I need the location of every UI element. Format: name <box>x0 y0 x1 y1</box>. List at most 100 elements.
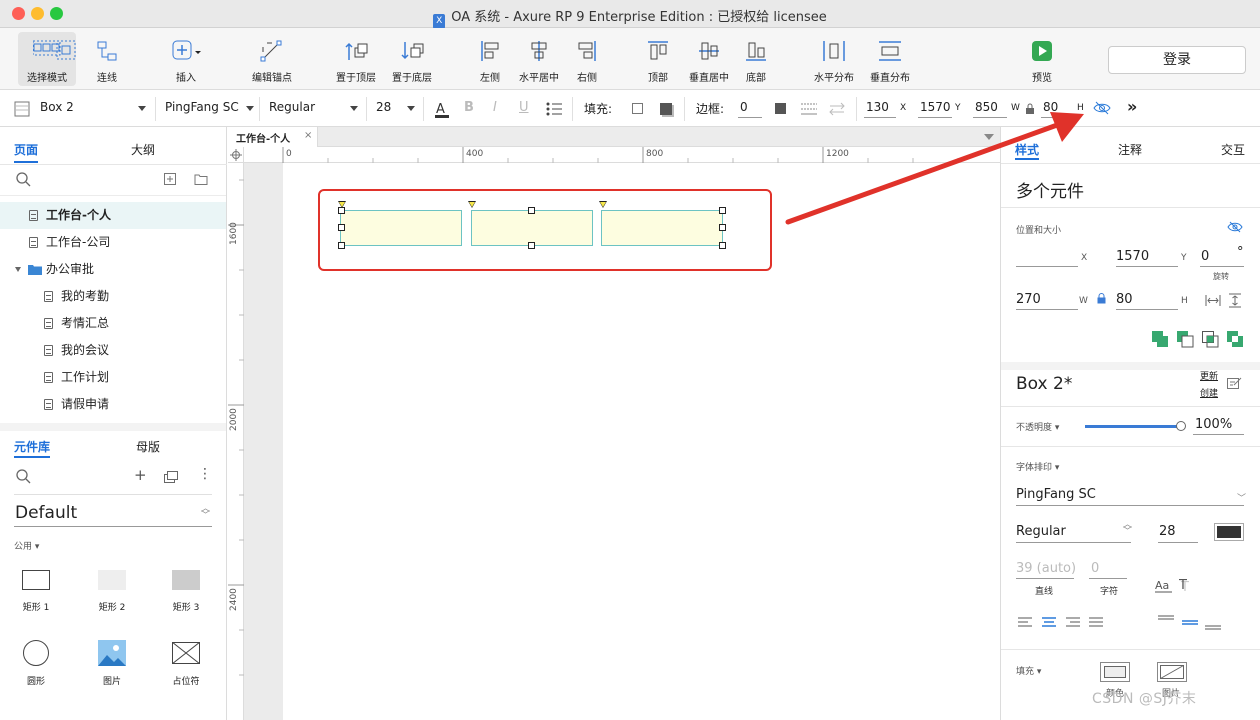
opacity-slider-handle[interactable] <box>1176 421 1186 431</box>
intersect-icon[interactable] <box>1202 331 1219 348</box>
expand-arrow-icon[interactable] <box>15 267 21 272</box>
lock-icon[interactable] <box>1097 293 1106 304</box>
library-select[interactable]: Default <box>15 503 77 523</box>
page-item[interactable]: 工作台-公司 <box>0 229 226 256</box>
x-input[interactable]: 130 <box>866 100 889 114</box>
document-tab[interactable]: 工作台-个人 × <box>228 127 318 147</box>
ruler-corner[interactable] <box>228 147 244 163</box>
page-item[interactable]: 我的会议 <box>0 337 226 364</box>
border-width-input[interactable]: 0 <box>740 100 748 114</box>
fill-color-swatch[interactable] <box>632 103 643 114</box>
fill-color-button[interactable] <box>1100 662 1130 682</box>
select-contained-button[interactable] <box>54 40 78 60</box>
update-style-link[interactable]: 更新 <box>1200 369 1218 382</box>
more-chevron-icon[interactable]: » <box>1127 97 1137 116</box>
align-top-button[interactable]: 顶部 <box>642 28 674 90</box>
opacity-input[interactable]: 100% <box>1195 417 1232 432</box>
font-size-select[interactable]: 28 <box>376 100 391 114</box>
union-icon[interactable] <box>1152 331 1169 348</box>
w-input[interactable]: 850 <box>975 100 998 114</box>
font-size-dropdown-icon[interactable] <box>407 106 415 111</box>
align-text-left-icon[interactable] <box>1018 617 1032 629</box>
widget-circle[interactable]: 圆形 <box>6 640 66 687</box>
insert-button[interactable]: 插入 <box>164 28 208 90</box>
valign-top-icon[interactable] <box>1158 615 1174 631</box>
preview-button[interactable]: 预览 <box>1022 28 1062 90</box>
tab-overflow-icon[interactable] <box>984 134 994 140</box>
align-bottom-button[interactable]: 底部 <box>740 28 772 90</box>
italic-icon[interactable]: I <box>493 100 497 115</box>
bold-icon[interactable]: B <box>464 100 474 115</box>
align-center-h-button[interactable]: 水平居中 <box>516 28 562 90</box>
more-options-icon[interactable]: ⋮ <box>198 467 212 481</box>
page-item[interactable]: 考情汇总 <box>0 310 226 337</box>
border-color-swatch[interactable] <box>775 103 786 114</box>
edit-anchor-button[interactable]: 编辑锚点 <box>246 28 298 90</box>
page-item[interactable]: 我的考勤 <box>0 283 226 310</box>
category-label[interactable]: 公用 ▾ <box>14 539 39 552</box>
page-item[interactable]: 请假申请 <box>0 391 226 418</box>
up-down-icon[interactable]: ︿ ﹀ <box>201 505 210 521</box>
rotation-input[interactable]: 0 <box>1201 249 1209 264</box>
library-icon[interactable] <box>164 471 178 483</box>
x-input[interactable] <box>1016 266 1078 267</box>
text-case-icon[interactable]: Aa <box>1155 578 1173 594</box>
bullet-list-icon[interactable] <box>546 102 562 116</box>
align-middle-v-button[interactable]: 垂直居中 <box>686 28 732 90</box>
search-icon[interactable] <box>16 469 32 485</box>
align-text-center-icon[interactable] <box>1042 617 1056 629</box>
widget-placeholder[interactable]: 占位符 <box>156 640 216 687</box>
fit-width-icon[interactable] <box>1205 294 1221 307</box>
create-style-link[interactable]: 创建 <box>1200 386 1218 399</box>
add-library-icon[interactable]: + <box>134 466 147 484</box>
align-text-right-icon[interactable] <box>1066 617 1080 629</box>
widget-rectangle-2[interactable]: 矩形 2 <box>82 567 142 613</box>
fit-height-icon[interactable] <box>1228 293 1242 308</box>
tab-outline[interactable]: 大纲 <box>131 141 155 158</box>
tab-style[interactable]: 样式 <box>1015 141 1039 158</box>
distribute-v-button[interactable]: 垂直分布 <box>866 28 914 90</box>
align-right-button[interactable]: 右侧 <box>571 28 603 90</box>
style-dropdown-icon[interactable] <box>138 106 146 111</box>
valign-bottom-icon[interactable] <box>1205 615 1221 631</box>
font-size-input[interactable]: 28 <box>1159 524 1176 539</box>
font-weight-select[interactable]: Regular <box>1016 524 1066 539</box>
connector-button[interactable]: 连线 <box>88 28 126 90</box>
line-height-input[interactable]: 39 (auto) <box>1016 561 1076 576</box>
hide-eye-icon[interactable] <box>1093 101 1111 115</box>
login-button[interactable]: 登录 <box>1108 46 1246 74</box>
tab-library[interactable]: 元件库 <box>14 438 50 455</box>
valign-middle-icon[interactable] <box>1182 615 1198 631</box>
font-weight-select[interactable]: Regular <box>269 100 315 114</box>
tab-pages[interactable]: 页面 <box>14 141 38 158</box>
tab-notes[interactable]: 注释 <box>1118 141 1142 158</box>
h-input[interactable]: 80 <box>1116 292 1133 307</box>
align-left-button[interactable]: 左侧 <box>474 28 506 90</box>
close-tab-icon[interactable]: × <box>304 130 312 141</box>
add-page-icon[interactable] <box>164 173 176 185</box>
search-icon[interactable] <box>16 172 32 188</box>
underline-icon[interactable]: U <box>519 100 529 115</box>
widget-rectangle-1[interactable]: 矩形 1 <box>6 567 66 613</box>
edit-style-icon[interactable] <box>1227 376 1243 390</box>
add-folder-icon[interactable] <box>194 173 208 185</box>
fill-image-icon[interactable] <box>1157 662 1187 682</box>
widget-image[interactable]: 图片 <box>82 640 142 687</box>
bring-to-front-button[interactable]: 置于顶层 <box>330 28 382 90</box>
font-family-select[interactable]: PingFang SC <box>165 100 239 114</box>
font-family-dropdown-icon[interactable] <box>246 106 254 111</box>
widget-rectangle-3[interactable]: 矩形 3 <box>156 567 216 613</box>
distribute-h-button[interactable]: 水平分布 <box>810 28 858 90</box>
tab-interactions[interactable]: 交互 <box>1221 141 1245 158</box>
text-shadow-icon[interactable]: TT <box>1179 578 1197 594</box>
page-item[interactable]: 工作计划 <box>0 364 226 391</box>
border-style-icon[interactable] <box>801 102 817 116</box>
subtract-icon[interactable] <box>1177 331 1194 348</box>
char-spacing-input[interactable]: 0 <box>1091 561 1099 576</box>
hide-eye-icon[interactable] <box>1227 221 1243 233</box>
y-input[interactable]: 1570 <box>920 100 951 114</box>
style-select[interactable]: Box 2 <box>40 100 74 114</box>
tab-masters[interactable]: 母版 <box>136 438 160 455</box>
lock-icon[interactable] <box>1025 103 1035 115</box>
opacity-slider[interactable] <box>1085 425 1181 428</box>
